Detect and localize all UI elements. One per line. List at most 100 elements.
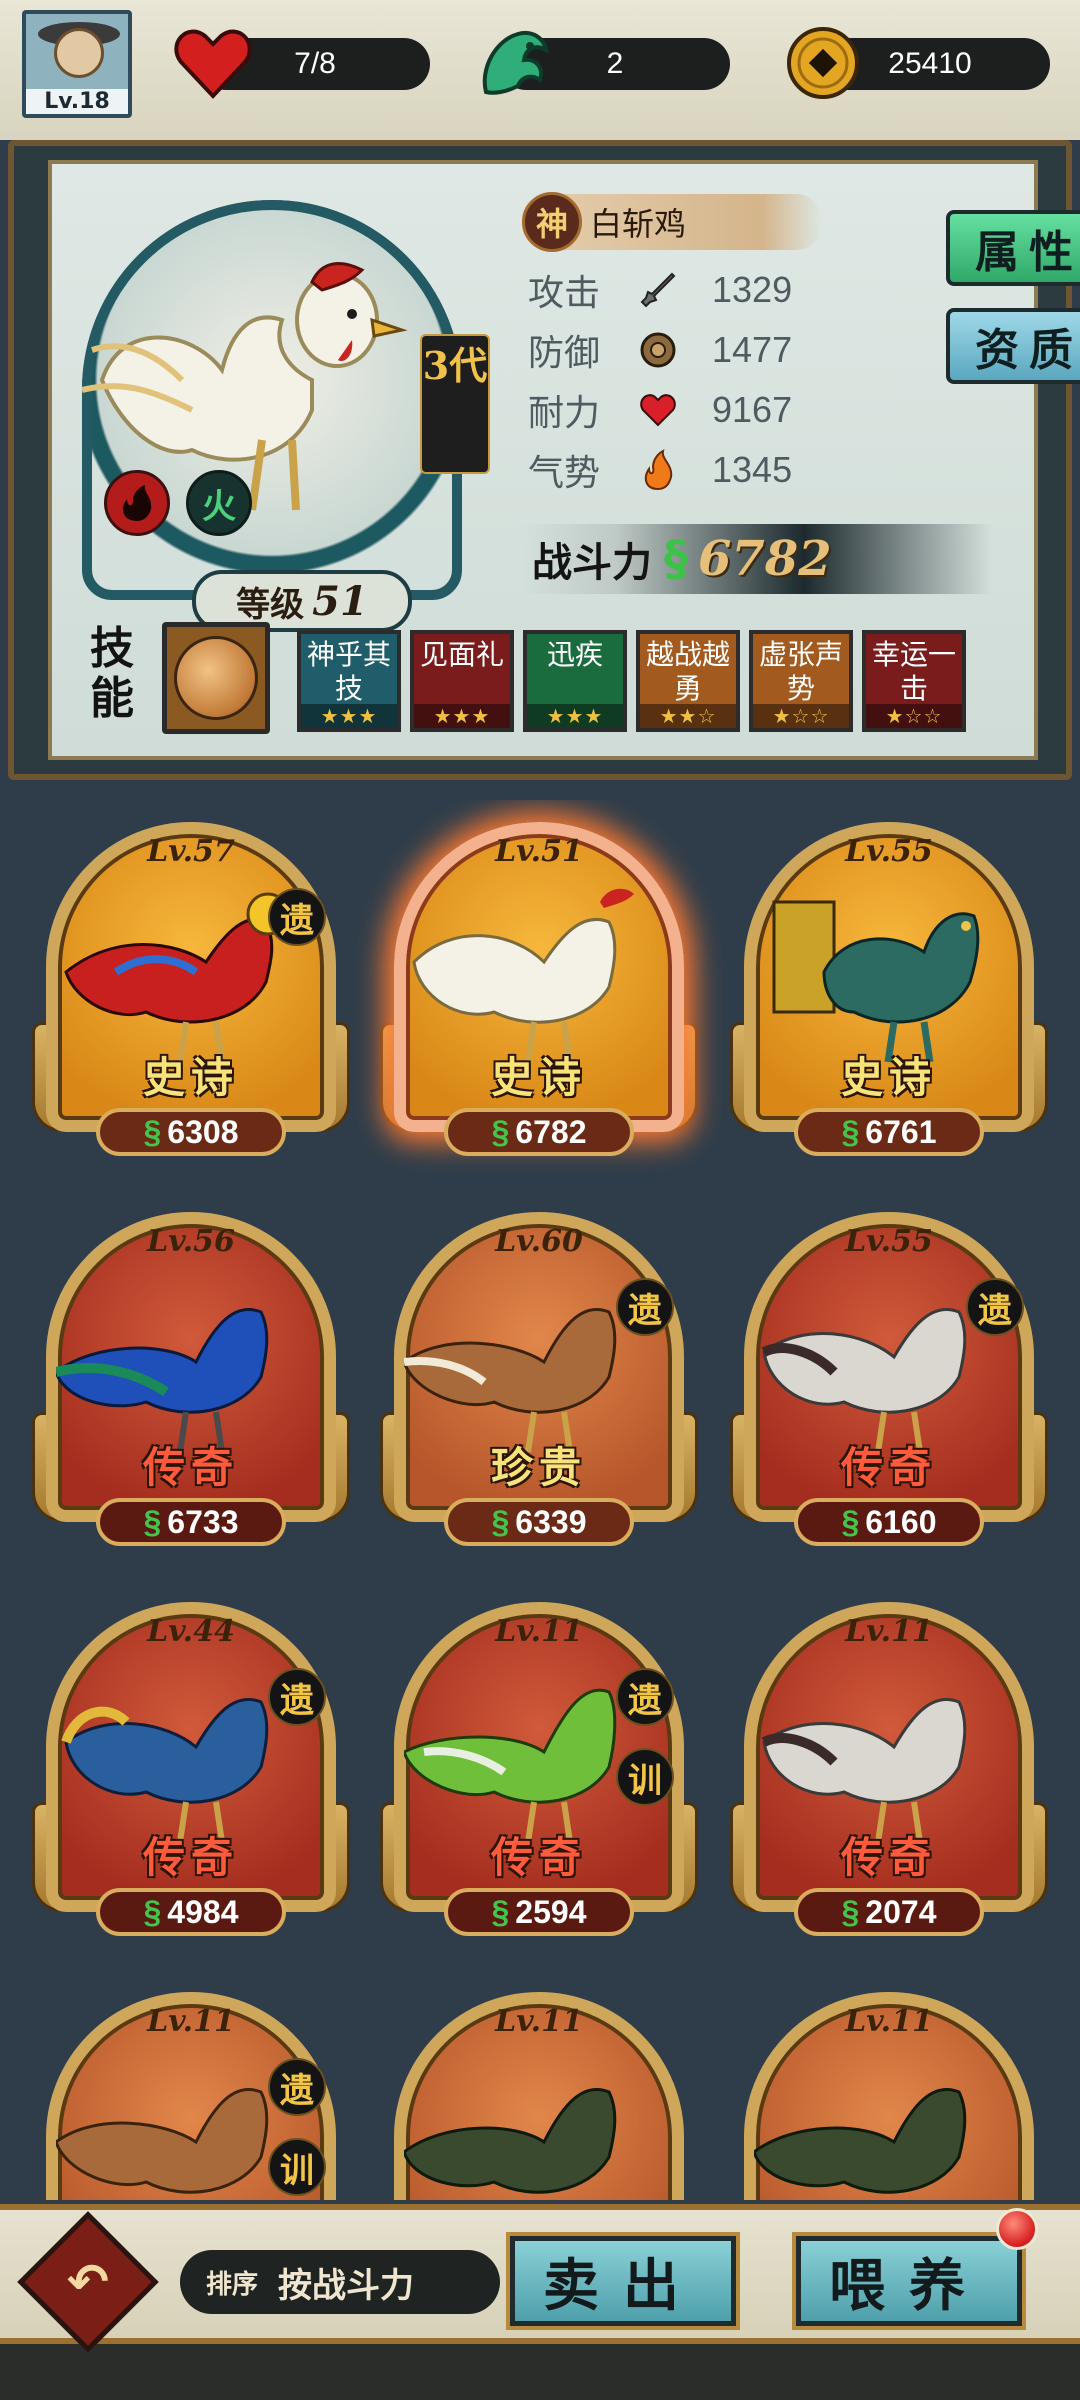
sort-value: 按战斗力 — [278, 2265, 415, 2306]
skill-slot[interactable]: 虚张声势 ★☆☆ — [749, 630, 853, 732]
stat-momentum: 气势 1345 — [528, 440, 792, 500]
stats-list: 攻击 1329 防御 1477 耐力 9167 气势 1345 — [528, 260, 792, 500]
card-power: § 6160 — [794, 1498, 984, 1546]
green-peafowl-image — [754, 2088, 967, 2194]
card-level: Lv.11 — [495, 2004, 583, 2039]
bottom-action-bar: ↶ 排序 按战斗力 卖出 喂养 — [0, 2204, 1080, 2400]
card-power: § 2074 — [794, 1888, 984, 1936]
card-tag: 遗 — [616, 1668, 674, 1726]
chicken-card[interactable]: Lv.55 遗 传奇 § 6160 — [724, 1202, 1054, 1562]
player-avatar[interactable]: Lv.18 — [22, 10, 132, 118]
card-rarity: 传奇 — [142, 1833, 239, 1882]
card-tag: 遗 — [966, 1278, 1024, 1336]
card-tag: 遗 — [268, 2058, 326, 2116]
back-arrow-icon: ↶ — [67, 2253, 109, 2311]
skill-slot[interactable]: 神乎其技 ★★★ — [297, 630, 401, 732]
stat-label: 耐力 — [528, 393, 601, 434]
skill-stars: ★☆☆ — [753, 704, 849, 728]
face-icon — [54, 28, 104, 78]
coin-resource[interactable]: 25410 — [787, 27, 1050, 99]
skill-stars: ★★☆ — [640, 704, 736, 728]
player-level: Lv.18 — [26, 89, 128, 114]
chicken-card[interactable]: Lv.11 遗 训 传奇 § 2594 — [374, 1592, 704, 1952]
bronze-bird-image — [772, 900, 980, 1063]
tab-attributes[interactable]: 属性 — [946, 210, 1080, 286]
card-power-value: 2074 — [865, 1893, 937, 1930]
card-level: Lv.55 — [845, 834, 933, 869]
spirit-swirl-icon: § — [491, 1113, 510, 1150]
skill-name: 神乎其技 — [306, 638, 391, 705]
dragon-icon — [470, 20, 556, 106]
card-rarity: 史诗 — [490, 1053, 587, 1102]
fire-character-badge: 火 — [186, 470, 252, 536]
card-power-value: 6308 — [167, 1113, 239, 1150]
stat-attack: 攻击 1329 — [528, 260, 792, 320]
sell-button[interactable]: 卖出 — [510, 2236, 736, 2326]
card-power: § 6308 — [96, 1108, 286, 1156]
card-power-value: 4984 — [167, 1893, 239, 1930]
chicken-card-selected[interactable]: Lv.51 史诗 § 6782 — [374, 812, 704, 1172]
chicken-card[interactable]: Lv.44 遗 传奇 § 4984 — [26, 1592, 356, 1952]
chicken-name: 白斩鸡 — [590, 205, 687, 243]
combat-power-value: 6782 — [698, 531, 832, 587]
back-button[interactable]: ↶ — [17, 2211, 159, 2353]
main-skill-slot[interactable] — [162, 622, 270, 734]
card-tag: 遗 — [268, 888, 326, 946]
heart-icon — [170, 20, 256, 106]
card-power-value: 6339 — [515, 1503, 587, 1540]
chicken-card[interactable]: Lv.11 — [724, 1982, 1054, 2200]
skills-label: 技能 — [90, 623, 134, 724]
skill-slot[interactable]: 见面礼 ★★★ — [410, 630, 514, 732]
tab-aptitude[interactable]: 资质 — [946, 308, 1080, 384]
card-power-value: 6733 — [167, 1503, 239, 1540]
skill-name: 迅疾 — [546, 638, 603, 671]
card-rarity: 传奇 — [840, 1833, 937, 1882]
chicken-card[interactable]: Lv.11 传奇 § 2074 — [724, 1592, 1054, 1952]
skill-stars: ★★★ — [414, 704, 510, 728]
card-level: Lv.11 — [147, 2004, 235, 2039]
spirit-swirl-icon: § — [491, 1503, 510, 1540]
combat-power-label: 战斗力 — [532, 539, 652, 586]
card-level: Lv.44 — [147, 1614, 235, 1649]
stamina-resource[interactable]: 7/8 — [174, 29, 430, 99]
sort-selector[interactable]: 排序 按战斗力 — [180, 2250, 500, 2314]
card-rarity: 珍贵 — [490, 1443, 587, 1492]
skill-name: 幸运一击 — [871, 638, 956, 705]
stat-label: 攻击 — [528, 273, 601, 314]
skill-slot[interactable]: 迅疾 ★★★ — [523, 630, 627, 732]
coin-icon — [780, 20, 866, 106]
level-label: 等级 — [236, 584, 305, 625]
sort-label: 排序 — [206, 2269, 259, 2300]
info-panel-inner: 火 等级 51 3代 神 白斩鸡 攻击 1329 防御 1477 耐力 9167… — [48, 160, 1080, 760]
chicken-card[interactable]: Lv.57 遗 史诗 § 6308 — [26, 812, 356, 1172]
feed-button[interactable]: 喂养 — [796, 2236, 1022, 2326]
skill-slot[interactable]: 幸运一击 ★☆☆ — [862, 630, 966, 732]
spirit-resource[interactable]: 2 — [482, 31, 730, 95]
card-level: Lv.56 — [147, 1224, 235, 1259]
chicken-portrait: 火 等级 51 — [82, 200, 462, 632]
card-level: Lv.60 — [495, 1224, 583, 1259]
chicken-card[interactable]: Lv.55 史诗 § 6761 — [724, 812, 1054, 1172]
card-tag: 遗 — [268, 1668, 326, 1726]
spirit-swirl-icon: § — [491, 1893, 510, 1930]
stat-defense: 防御 1477 — [528, 320, 792, 380]
card-level: Lv.57 — [147, 834, 235, 869]
card-power-value: 2594 — [515, 1893, 587, 1930]
chicken-card[interactable]: Lv.56 传奇 § 6733 — [26, 1202, 356, 1562]
card-rarity: 史诗 — [142, 1053, 239, 1102]
card-tag: 训 — [616, 1748, 674, 1806]
card-rarity: 传奇 — [490, 1833, 587, 1882]
skill-slot[interactable]: 越战越勇 ★★☆ — [636, 630, 740, 732]
sword-icon — [628, 268, 688, 312]
chicken-card[interactable]: Lv.60 遗 珍贵 § 6339 — [374, 1202, 704, 1562]
stat-value: 9167 — [712, 389, 793, 430]
chicken-card[interactable]: Lv.11 遗 训 — [26, 1982, 356, 2200]
card-power: § 2594 — [444, 1888, 634, 1936]
generation-badge: 3代 — [420, 334, 490, 474]
stat-value: 1477 — [712, 329, 793, 370]
chicken-card[interactable]: Lv.11 — [374, 1982, 704, 2200]
card-power-value: 6761 — [865, 1113, 937, 1150]
card-tag: 训 — [268, 2138, 326, 2196]
card-power: § 6761 — [794, 1108, 984, 1156]
skill-name: 见面礼 — [419, 638, 504, 671]
